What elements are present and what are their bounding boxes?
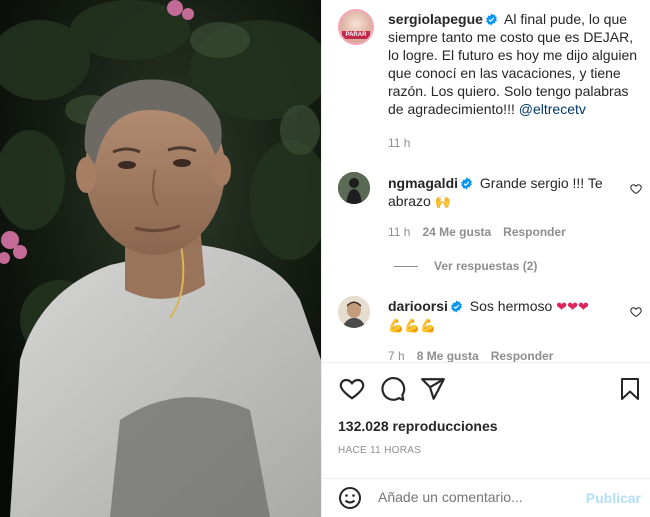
red-hearts-emoji: ❤❤❤ — [556, 299, 589, 314]
comment-text: Sos hermoso — [469, 298, 557, 314]
bookmark-icon[interactable] — [618, 376, 642, 402]
heart-icon[interactable] — [339, 376, 365, 402]
comment-likes[interactable]: 24 Me gusta — [422, 225, 491, 239]
comment-likes[interactable]: 8 Me gusta — [417, 349, 479, 362]
verified-badge-icon — [461, 177, 472, 190]
verified-badge-icon — [451, 300, 462, 313]
avatar-image — [338, 172, 370, 204]
publish-button[interactable]: Publicar — [586, 490, 641, 506]
comments-scroll-area[interactable]: PARAR sergiolapegue Al final pude, lo qu… — [322, 0, 650, 362]
comment-ngmagaldi: ngmagaldi Grande sergio !!! Te abrazo 🙌 — [388, 174, 618, 211]
comment-time: 11 h — [388, 225, 411, 239]
caption-username[interactable]: sergiolapegue — [388, 11, 483, 27]
flexed-biceps-emoji: 💪💪💪 — [388, 318, 437, 333]
raising-hands-emoji: 🙌 — [434, 194, 451, 209]
caption-timestamp: 11 h — [388, 136, 411, 150]
comment-username[interactable]: ngmagaldi — [388, 175, 458, 191]
post-sidebar: PARAR sergiolapegue Al final pude, lo qu… — [321, 0, 650, 517]
divider — [322, 362, 650, 363]
comment-time: 7 h — [388, 349, 405, 362]
avatar[interactable] — [338, 296, 370, 328]
avatar-label: PARAR — [342, 31, 370, 39]
comment-like-heart-icon[interactable] — [630, 306, 642, 318]
reply-button[interactable]: Responder — [491, 349, 554, 362]
post-age: HACE 11 HORAS — [338, 445, 422, 456]
verified-badge-icon — [486, 13, 497, 26]
video-frame — [0, 0, 321, 517]
caption-mention[interactable]: @eltrecetv — [519, 101, 586, 117]
replies-line — [394, 265, 418, 267]
avatar[interactable] — [338, 172, 370, 204]
post-video[interactable] — [0, 0, 321, 517]
share-icon[interactable] — [420, 376, 446, 402]
comment-icon[interactable] — [380, 376, 406, 402]
reply-button[interactable]: Responder — [503, 225, 566, 239]
comment-username[interactable]: darioorsi — [388, 298, 448, 314]
comment-meta: 7 h 8 Me gusta Responder — [388, 349, 565, 362]
view-count[interactable]: 132.028 reproducciones — [338, 418, 498, 434]
avatar[interactable]: PARAR — [338, 9, 374, 45]
view-replies-label: Ver respuestas (2) — [434, 259, 538, 273]
instagram-post-view: PARAR sergiolapegue Al final pude, lo qu… — [0, 0, 650, 517]
comment-input[interactable] — [378, 489, 578, 505]
post-caption: sergiolapegue Al final pude, lo que siem… — [388, 10, 643, 118]
post-actions — [322, 370, 650, 410]
comment-form: Publicar — [322, 478, 650, 517]
avatar-image — [338, 296, 370, 328]
comment-meta: 11 h 24 Me gusta Responder — [388, 225, 578, 239]
comment-like-heart-icon[interactable] — [630, 183, 642, 195]
comment-darioorsi: darioorsi Sos hermoso ❤❤❤ 💪💪💪 — [388, 297, 618, 335]
view-replies-button[interactable]: Ver respuestas (2) — [394, 259, 537, 273]
emoji-icon[interactable] — [338, 486, 362, 510]
